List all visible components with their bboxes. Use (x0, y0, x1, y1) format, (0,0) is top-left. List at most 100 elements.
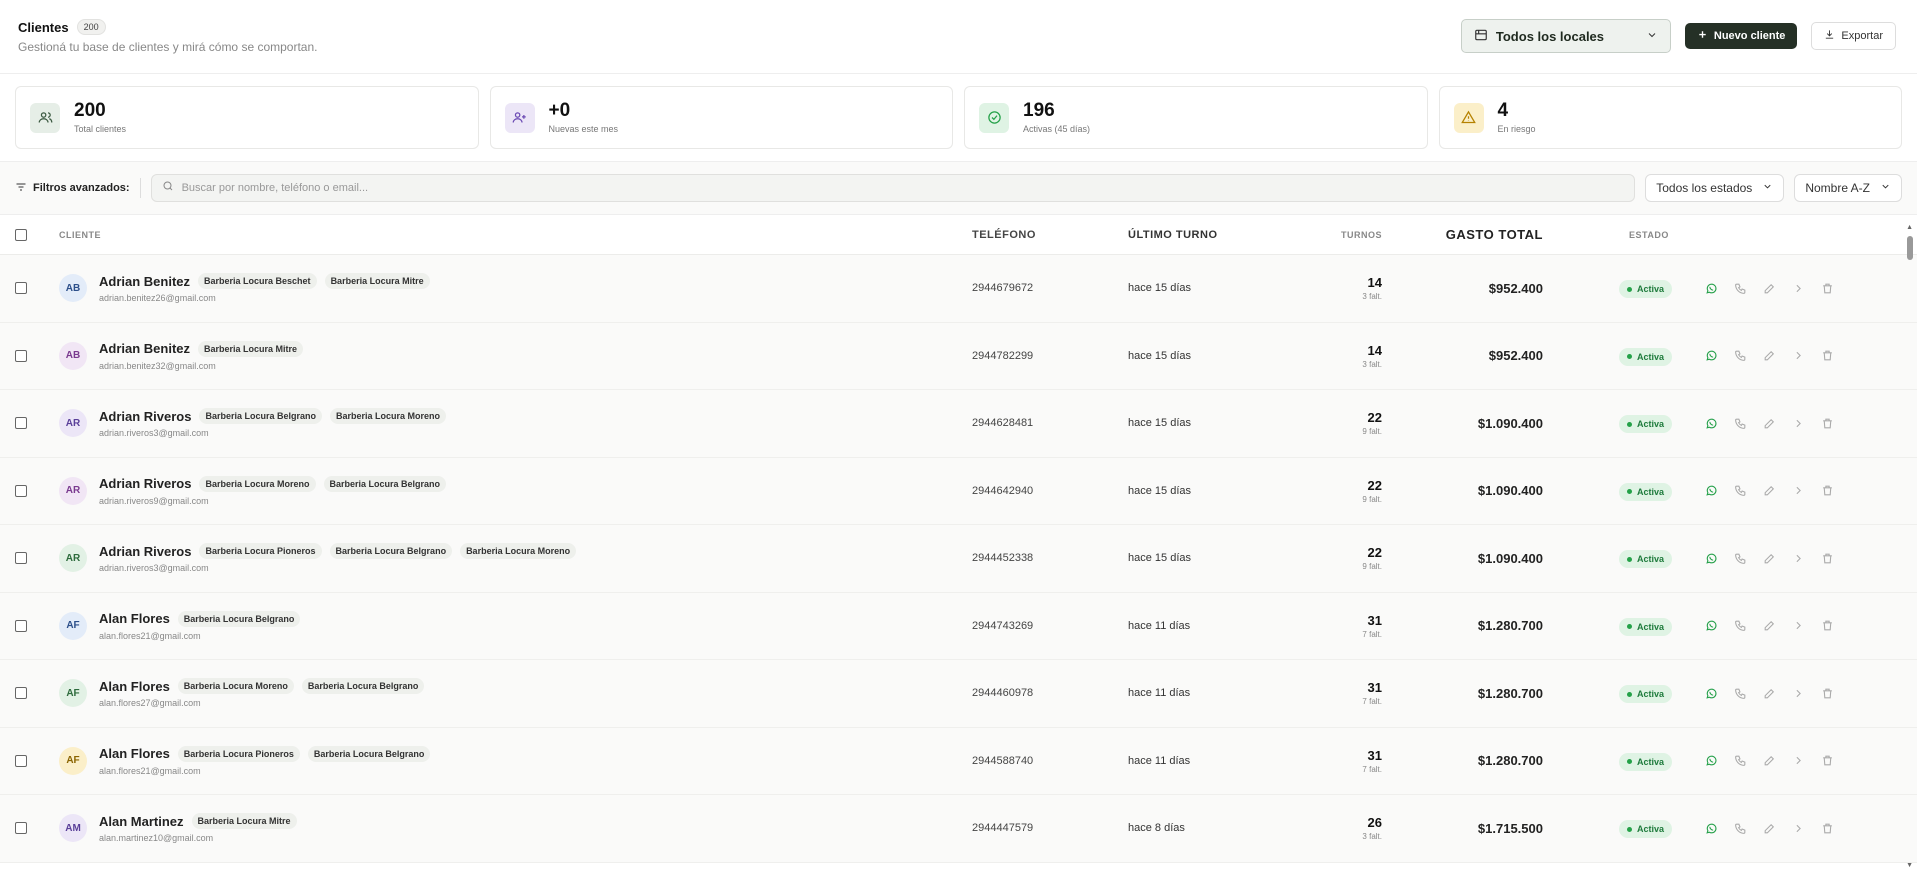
edit-icon[interactable] (1761, 415, 1777, 431)
edit-icon[interactable] (1761, 753, 1777, 769)
client-name[interactable]: Adrian Riveros (99, 409, 191, 424)
search-input[interactable] (181, 182, 1625, 194)
filter-bar: Filtros avanzados: Todos los estados Nom… (0, 162, 1917, 215)
table-row[interactable]: AR Adrian Riveros Barberia Locura Belgra… (0, 390, 1917, 458)
chevron-right-icon[interactable] (1790, 753, 1806, 769)
row-checkbox[interactable] (15, 282, 27, 295)
whatsapp-icon[interactable] (1703, 280, 1719, 296)
col-phone-header[interactable]: TELÉFONO (972, 229, 1128, 241)
whatsapp-icon[interactable] (1703, 415, 1719, 431)
scroll-up-arrow[interactable]: ▲ (1906, 224, 1913, 231)
row-checkbox[interactable] (15, 349, 27, 362)
table-row[interactable]: AM Alan Martinez Barberia Locura Mitre a… (0, 795, 1917, 863)
vertical-scrollbar[interactable]: ▲ ▼ (1903, 220, 1917, 871)
col-spend-header[interactable]: GASTO TOTAL (1382, 227, 1543, 242)
chevron-right-icon[interactable] (1790, 483, 1806, 499)
phone-icon[interactable] (1732, 753, 1748, 769)
col-last-turn-header[interactable]: ÚLTIMO TURNO (1128, 229, 1278, 241)
row-checkbox[interactable] (15, 754, 27, 767)
table-row[interactable]: AF Alan Flores Barberia Locura Belgrano … (0, 593, 1917, 660)
client-name[interactable]: Alan Flores (99, 746, 170, 761)
client-name[interactable]: Alan Flores (99, 679, 170, 694)
client-name[interactable]: Adrian Riveros (99, 544, 191, 559)
row-checkbox[interactable] (15, 619, 27, 632)
scroll-thumb[interactable] (1907, 236, 1913, 260)
status-filter-select[interactable]: Todos los estados (1645, 174, 1785, 202)
trash-icon[interactable] (1819, 753, 1835, 769)
row-checkbox[interactable] (15, 687, 27, 700)
edit-icon[interactable] (1761, 618, 1777, 634)
phone-cell: 2944588740 (972, 754, 1034, 767)
status-text: Activa (1637, 284, 1665, 294)
trash-icon[interactable] (1819, 348, 1835, 364)
table-row[interactable]: AB Adrian Benitez Barberia Locura Besche… (0, 255, 1917, 323)
client-name[interactable]: Adrian Benitez (99, 274, 190, 289)
edit-icon[interactable] (1761, 550, 1777, 566)
col-client-header[interactable]: CLIENTE (59, 230, 972, 240)
locale-select[interactable]: Todos los locales (1460, 19, 1671, 53)
phone-icon[interactable] (1732, 348, 1748, 364)
phone-icon[interactable] (1732, 550, 1748, 566)
client-name[interactable]: Adrian Riveros (99, 476, 191, 491)
table-row[interactable]: AR Adrian Riveros Barberia Locura Pioner… (0, 525, 1917, 593)
edit-icon[interactable] (1761, 348, 1777, 364)
chevron-right-icon[interactable] (1790, 618, 1806, 634)
edit-icon[interactable] (1761, 685, 1777, 701)
row-checkbox[interactable] (15, 552, 27, 565)
edit-icon[interactable] (1761, 820, 1777, 836)
whatsapp-icon[interactable] (1703, 550, 1719, 566)
select-all-checkbox[interactable] (15, 228, 27, 241)
whatsapp-icon[interactable] (1703, 820, 1719, 836)
trash-icon[interactable] (1819, 415, 1835, 431)
trash-icon[interactable] (1819, 685, 1835, 701)
turns-count: 26 (1367, 815, 1382, 831)
chevron-right-icon[interactable] (1790, 415, 1806, 431)
col-status-header[interactable]: ESTADO (1543, 230, 1677, 240)
client-name[interactable]: Adrian Benitez (99, 341, 190, 356)
phone-icon[interactable] (1732, 483, 1748, 499)
whatsapp-icon[interactable] (1703, 685, 1719, 701)
table-row[interactable]: AF Alan Flores Barberia Locura Pioneros B… (0, 728, 1917, 795)
scroll-down-arrow[interactable]: ▼ (1906, 862, 1913, 869)
sort-select[interactable]: Nombre A-Z (1794, 174, 1902, 202)
phone-icon[interactable] (1732, 820, 1748, 836)
missed-count: 3 falt. (1362, 292, 1382, 302)
trash-icon[interactable] (1819, 550, 1835, 566)
client-name[interactable]: Alan Flores (99, 611, 170, 626)
edit-icon[interactable] (1761, 280, 1777, 296)
table-row[interactable]: AF Alan Flores Barberia Locura Moreno Bar… (0, 660, 1917, 728)
row-checkbox[interactable] (15, 484, 27, 497)
row-select-cell (0, 484, 59, 497)
chevron-right-icon[interactable] (1790, 685, 1806, 701)
missed-count: 3 falt. (1362, 359, 1382, 369)
page-header: Clientes 200 Gestioná tu base de cliente… (0, 0, 1917, 74)
trash-icon[interactable] (1819, 280, 1835, 296)
trash-icon[interactable] (1819, 820, 1835, 836)
table-row[interactable]: AR Adrian Riveros Barberia Locura Moreno… (0, 458, 1917, 525)
whatsapp-icon[interactable] (1703, 483, 1719, 499)
new-client-button[interactable]: Nuevo cliente (1684, 23, 1798, 49)
phone-icon[interactable] (1732, 415, 1748, 431)
col-turns-header[interactable]: TURNOS (1278, 230, 1382, 240)
phone-icon[interactable] (1732, 618, 1748, 634)
advanced-filters-toggle[interactable]: Filtros avanzados: (15, 181, 130, 196)
chevron-right-icon[interactable] (1790, 550, 1806, 566)
phone-icon[interactable] (1732, 280, 1748, 296)
client-name[interactable]: Alan Martinez (99, 814, 184, 829)
table-row[interactable]: AB Adrian Benitez Barberia Locura Mitre … (0, 323, 1917, 390)
row-checkbox[interactable] (15, 822, 27, 835)
whatsapp-icon[interactable] (1703, 348, 1719, 364)
chevron-right-icon[interactable] (1790, 348, 1806, 364)
status-cell: Activa (1543, 684, 1677, 703)
trash-icon[interactable] (1819, 483, 1835, 499)
client-name-row: Alan Flores Barberia Locura Moreno Barber… (99, 678, 425, 695)
row-checkbox[interactable] (15, 417, 27, 430)
phone-icon[interactable] (1732, 685, 1748, 701)
chevron-right-icon[interactable] (1790, 280, 1806, 296)
chevron-right-icon[interactable] (1790, 820, 1806, 836)
edit-icon[interactable] (1761, 483, 1777, 499)
trash-icon[interactable] (1819, 618, 1835, 634)
whatsapp-icon[interactable] (1703, 618, 1719, 634)
whatsapp-icon[interactable] (1703, 753, 1719, 769)
export-button[interactable]: Exportar (1811, 22, 1896, 50)
